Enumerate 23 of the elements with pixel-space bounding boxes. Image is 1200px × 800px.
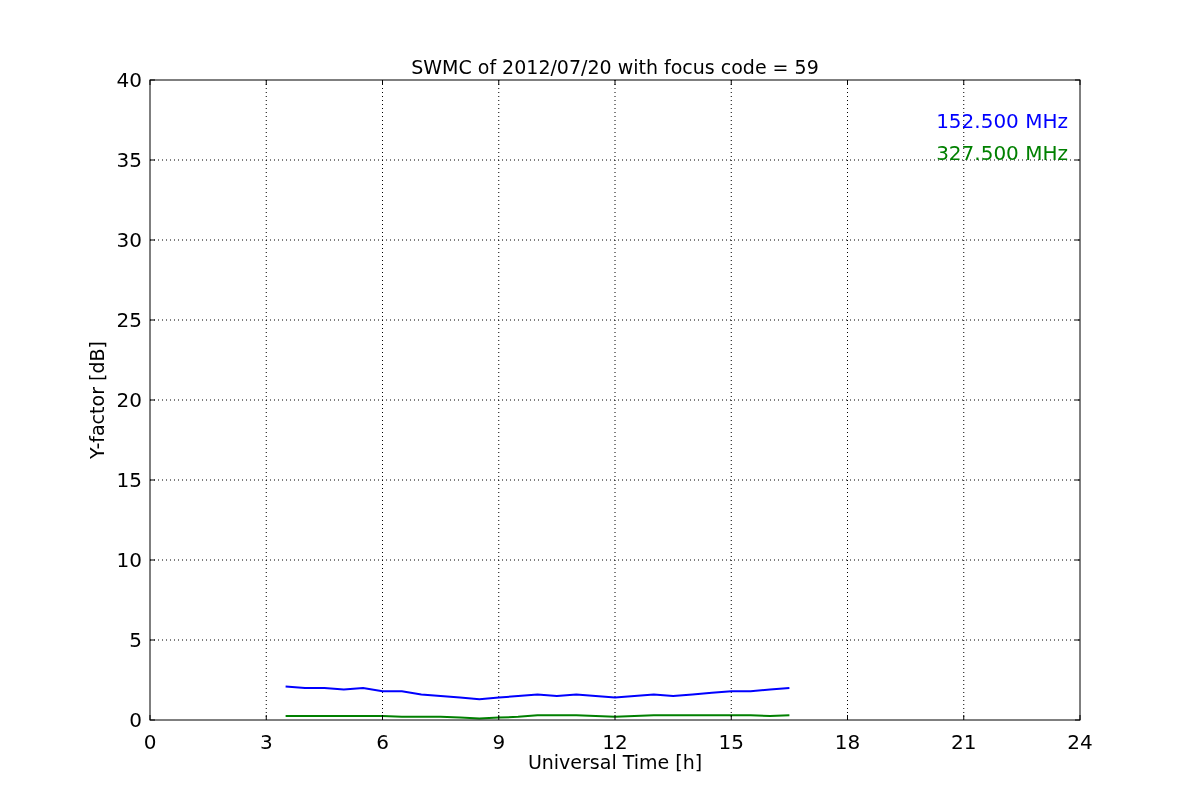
y-tick-label: 30 — [116, 228, 142, 252]
x-tick-label: 15 — [718, 730, 744, 754]
x-tick-label: 3 — [259, 730, 273, 754]
y-tick-label: 5 — [129, 628, 142, 652]
legend-label: 152.500 MHz — [936, 109, 1068, 133]
x-tick-label: 21 — [951, 730, 977, 754]
y-tick-label: 10 — [116, 548, 142, 572]
x-tick-label: 24 — [1067, 730, 1093, 754]
legend-label: 327.500 MHz — [936, 141, 1068, 165]
y-tick-label: 25 — [116, 308, 142, 332]
y-tick-label: 15 — [116, 468, 142, 492]
x-tick-label: 6 — [376, 730, 389, 754]
x-tick-label: 12 — [602, 730, 628, 754]
x-tick-label: 0 — [143, 730, 157, 754]
y-tick-label: 35 — [116, 148, 142, 172]
y-axis-label: Y-factor [dB] — [86, 341, 108, 459]
x-tick-label: 9 — [492, 730, 506, 754]
y-tick-label: 0 — [129, 708, 142, 732]
chart-title: SWMC of 2012/07/20 with focus code = 59 — [411, 56, 819, 78]
y-tick-label: 40 — [116, 68, 142, 92]
x-axis-label: Universal Time [h] — [527, 751, 703, 773]
x-tick-label: 18 — [834, 730, 861, 754]
y-tick-label: 20 — [116, 388, 142, 412]
